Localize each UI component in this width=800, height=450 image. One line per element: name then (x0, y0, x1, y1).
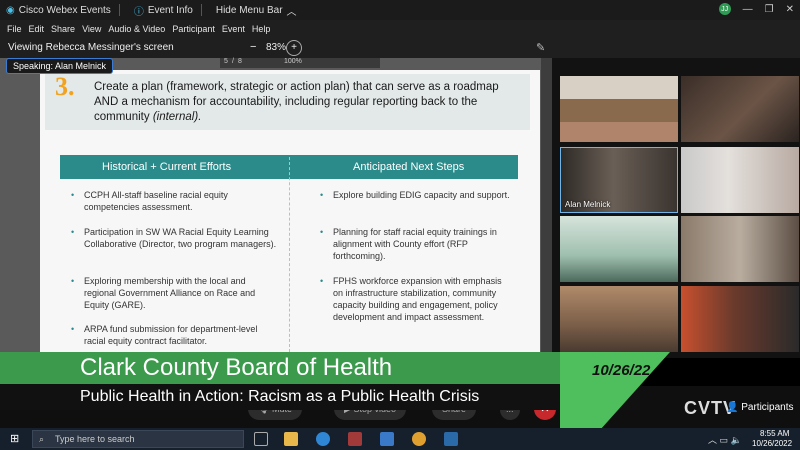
col-historical: Historical + Current Efforts (102, 161, 232, 173)
menu-share[interactable]: Share (51, 24, 75, 34)
hide-menu-bar-button[interactable]: Hide Menu Bar ︿ (216, 3, 297, 18)
list-item: ARPA fund submission for department-leve… (71, 323, 279, 347)
list-item: Planning for staff racial equity trainin… (320, 226, 513, 262)
viewing-label: Viewing Rebecca Messinger's screen (8, 42, 174, 53)
taskbar-search[interactable]: ⌕ Type here to search (32, 430, 244, 448)
system-tray-icons[interactable]: ︿ ▭ 🔈 (708, 433, 742, 446)
webex-logo-icon: ◉ (6, 4, 15, 16)
clock-time: 8:55 AM (760, 429, 790, 438)
column-divider (289, 157, 290, 352)
zoom-level: 83% (266, 42, 287, 53)
item-number: 3. (55, 72, 75, 101)
task-view-icon[interactable] (254, 432, 268, 446)
scrollbar[interactable] (541, 58, 552, 358)
windows-start-icon[interactable]: ⊞ (10, 432, 19, 445)
video-tile[interactable] (560, 286, 678, 352)
event-info-button[interactable]: ⓘ Event Info (134, 3, 193, 18)
search-placeholder: Type here to search (55, 434, 135, 444)
app-icon[interactable] (348, 432, 362, 446)
col-next-steps: Anticipated Next Steps (353, 161, 465, 173)
viewing-bar: Viewing Rebecca Messinger's screen − 83%… (0, 38, 800, 58)
slide-heading: Create a plan (framework, strategic or a… (94, 80, 524, 125)
menu-edit[interactable]: Edit (29, 24, 45, 34)
video-tile[interactable] (681, 286, 799, 352)
people-icon: 👤 (726, 402, 739, 413)
participants-button[interactable]: 👤 Participants (726, 402, 793, 413)
divider (118, 4, 120, 16)
chevron-up-icon: ︿ (286, 6, 297, 18)
pdf-toolbar: 5 / 8 100% (220, 58, 380, 68)
webex-icon[interactable] (444, 432, 458, 446)
zoom-in-button[interactable]: + (286, 40, 302, 56)
video-tile[interactable] (681, 147, 799, 213)
menu-bar: File Edit Share View Audio & Video Parti… (0, 20, 800, 38)
event-info-label: Event Info (147, 4, 193, 16)
zoom-out-button[interactable]: − (250, 41, 256, 53)
menu-audio-video[interactable]: Audio & Video (108, 24, 165, 34)
clock-date: 10/26/2022 (752, 439, 793, 448)
list-item: FPHS workforce expansion with emphasis o… (320, 275, 513, 323)
annotate-icon[interactable]: ✎ (536, 41, 545, 54)
app-name: Cisco Webex Events (18, 4, 111, 16)
pdf-zoom: 100% (284, 58, 302, 65)
list-item: Exploring membership with the local and … (71, 275, 274, 311)
search-icon: ⌕ (39, 434, 45, 444)
video-tile[interactable] (560, 216, 678, 282)
info-icon: ⓘ (133, 6, 144, 18)
menu-event[interactable]: Event (222, 24, 245, 34)
list-item: Explore building EDIG capacity and suppo… (320, 189, 513, 201)
participant-name: Alan Melnick (565, 200, 611, 209)
hide-menu-label: Hide Menu Bar (215, 4, 283, 16)
banner-date: 10/26/22 (592, 362, 651, 379)
banner-title: Clark County Board of Health (80, 354, 393, 381)
menu-help[interactable]: Help (252, 24, 271, 34)
restore-icon[interactable]: ❐ (765, 4, 774, 15)
heading-italic: (internal). (152, 111, 202, 123)
divider (200, 4, 202, 16)
video-tile[interactable] (681, 76, 799, 142)
edge-icon[interactable] (316, 432, 330, 446)
title-bar: ◉ Cisco Webex Events ⓘ Event Info Hide M… (0, 0, 800, 20)
chrome-icon[interactable] (412, 432, 426, 446)
participants-label: Participants (741, 402, 794, 413)
pdf-page: 5 (224, 58, 228, 65)
pdf-page-sep: / (232, 58, 234, 65)
menu-participant[interactable]: Participant (172, 24, 215, 34)
close-icon[interactable]: ✕ (786, 4, 794, 15)
app-title: ◉ Cisco Webex Events (6, 5, 111, 16)
pdf-page-count: 8 (238, 58, 242, 65)
video-tile-active[interactable]: Alan Melnick (560, 147, 678, 213)
file-explorer-icon[interactable] (284, 432, 298, 446)
list-item: CCPH All-staff baseline racial equity co… (71, 189, 279, 213)
menu-file[interactable]: File (7, 24, 22, 34)
minimize-icon[interactable]: — (743, 4, 753, 15)
menu-view[interactable]: View (82, 24, 101, 34)
banner-subtitle: Public Health in Action: Racism as a Pub… (80, 388, 480, 405)
list-item: Participation in SW WA Racial Equity Lea… (71, 226, 279, 250)
user-avatar[interactable]: JJ (718, 3, 731, 15)
app-icon[interactable] (380, 432, 394, 446)
speaking-indicator: Speaking: Alan Melnick (6, 58, 114, 74)
video-tile[interactable] (681, 216, 799, 282)
video-tile[interactable] (560, 76, 678, 142)
